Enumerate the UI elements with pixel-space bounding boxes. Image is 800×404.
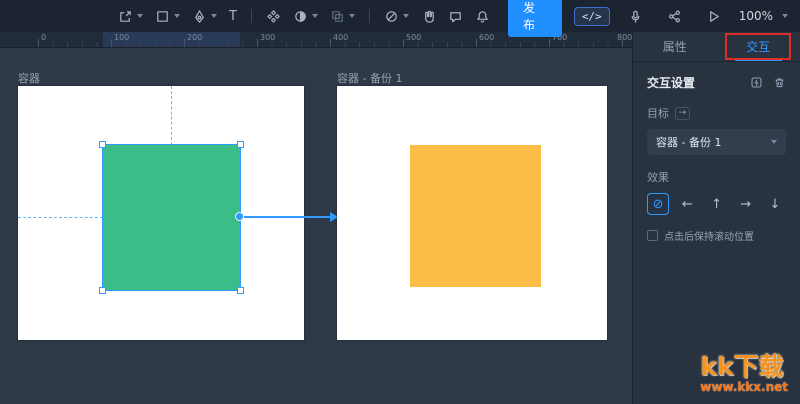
vertical-guide-line [171, 86, 172, 145]
keep-scroll-checkbox[interactable] [647, 230, 658, 241]
prohibit-icon [384, 9, 399, 24]
microphone-icon [628, 9, 643, 24]
rectangle-icon [155, 9, 170, 24]
effect-row: 效果 [647, 169, 786, 185]
toolbar-separator [369, 9, 370, 23]
ruler-mark: 0 [41, 33, 46, 42]
design-tool-window: T [0, 0, 800, 404]
effect-none-button[interactable]: ⊘ [647, 193, 669, 215]
text-tool-icon: T [229, 10, 237, 23]
interaction-link-line [240, 216, 332, 218]
green-square-selected[interactable] [103, 145, 240, 290]
comment-tool-button[interactable] [448, 9, 463, 24]
target-dropdown[interactable]: 容器 - 备份 1 [647, 129, 786, 155]
chevron-down-icon [771, 140, 777, 144]
zoom-level: 100% [739, 9, 773, 23]
target-label: 目标 [647, 105, 669, 121]
chevron-down-icon[interactable] [349, 14, 355, 18]
hand-tool-button[interactable] [421, 9, 436, 24]
top-toolbar: T [0, 0, 800, 32]
mask-icon [293, 9, 308, 24]
artboard-label-container[interactable]: 容器 [18, 70, 40, 86]
inspector-panel: 属性 交互 交互设置 目标 → 容器 - 备份 1 效果 [632, 32, 800, 404]
share-button[interactable] [667, 9, 682, 24]
ruler-mark: 500 [406, 33, 421, 42]
target-arrow-icon: → [675, 107, 690, 120]
notifications-button[interactable] [475, 9, 490, 24]
microphone-button[interactable] [628, 9, 643, 24]
interaction-header-actions [750, 76, 786, 89]
export-icon [118, 9, 133, 24]
interaction-settings-title: 交互设置 [647, 74, 695, 91]
selection-handle-ne[interactable] [237, 141, 244, 148]
ruler-mark: 100 [114, 33, 129, 42]
chevron-down-icon[interactable] [137, 14, 143, 18]
chevron-down-icon[interactable] [403, 14, 409, 18]
target-row: 目标 → [647, 105, 786, 121]
effect-down-button[interactable]: ↓ [764, 193, 786, 215]
chevron-down-icon [782, 14, 788, 18]
effect-label: 效果 [647, 169, 669, 185]
share-icon [667, 9, 682, 24]
boolean-tool-button[interactable] [330, 9, 355, 24]
component-tool-button[interactable] [266, 9, 281, 24]
delete-interaction-icon[interactable] [773, 76, 786, 89]
pen-tool-button[interactable] [192, 9, 217, 24]
target-dropdown-value: 容器 - 备份 1 [656, 134, 721, 150]
tool-group-left: T [112, 9, 469, 24]
export-tool-button[interactable] [118, 9, 143, 24]
effect-up-button[interactable]: ↑ [705, 193, 727, 215]
mask-tool-button[interactable] [293, 9, 318, 24]
pen-icon [192, 9, 207, 24]
toolbar-separator [251, 9, 252, 23]
interaction-settings-header: 交互设置 [647, 74, 786, 91]
boolean-ops-icon [330, 9, 345, 24]
selection-handle-nw[interactable] [99, 141, 106, 148]
prohibit-tool-button[interactable] [384, 9, 409, 24]
artboard-container-copy[interactable] [337, 86, 607, 340]
ruler-mark: 200 [187, 33, 202, 42]
canvas[interactable]: 容器 容器 - 备份 1 [0, 48, 632, 404]
orange-square[interactable] [410, 145, 541, 287]
watermark-name: kk下载 [700, 353, 788, 381]
ruler-mark: 400 [333, 33, 348, 42]
preview-button[interactable] [706, 9, 721, 24]
effect-left-button[interactable]: ← [676, 193, 698, 215]
keep-scroll-label: 点击后保持滚动位置 [664, 228, 754, 243]
horizontal-guide-line [18, 217, 103, 218]
bell-icon [475, 9, 490, 24]
site-watermark: kk下载 www.kkx.net [700, 353, 788, 395]
shape-tool-button[interactable] [155, 9, 180, 24]
chevron-down-icon[interactable] [174, 14, 180, 18]
artboard-label-container-copy[interactable]: 容器 - 备份 1 [337, 70, 402, 86]
chevron-down-icon[interactable] [211, 14, 217, 18]
publish-button[interactable]: 发布 [508, 0, 562, 37]
play-icon [706, 9, 721, 24]
component-icon [266, 9, 281, 24]
comment-icon [448, 9, 463, 24]
effect-buttons: ⊘ ← ↑ → ↓ [647, 193, 786, 215]
text-tool-button[interactable]: T [229, 10, 237, 23]
zoom-control[interactable]: 100% [739, 9, 788, 23]
chevron-down-icon[interactable] [312, 14, 318, 18]
selection-handle-se[interactable] [237, 287, 244, 294]
watermark-site: www.kkx.net [700, 380, 788, 394]
hand-icon [421, 9, 436, 24]
ruler-mark: 300 [260, 33, 275, 42]
selection-handle-sw[interactable] [99, 287, 106, 294]
tool-group-right: 发布 </> 100% [469, 0, 800, 37]
scroll-position-option: 点击后保持滚动位置 [647, 228, 786, 243]
artboard-container[interactable] [18, 86, 304, 340]
interaction-settings-section: 交互设置 目标 → 容器 - 备份 1 效果 ⊘ ← ↑ [633, 62, 800, 255]
effect-right-button[interactable]: → [735, 193, 757, 215]
add-interaction-icon[interactable] [750, 76, 763, 89]
code-view-button[interactable]: </> [574, 7, 610, 26]
interaction-link-origin-handle[interactable] [235, 212, 244, 221]
